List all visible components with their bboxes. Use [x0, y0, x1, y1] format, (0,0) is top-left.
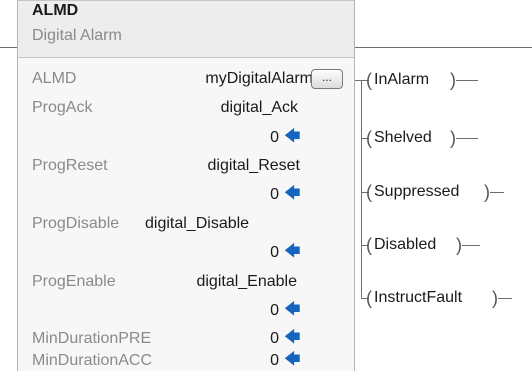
arrow-left-icon: 🡄	[284, 128, 301, 145]
tag-browse-button[interactable]: ...	[311, 69, 343, 89]
instruction-description: Digital Alarm	[32, 27, 122, 44]
arrow-left-icon: 🡄	[284, 351, 301, 368]
operand-name-mindurationpre: MinDurationPRE	[32, 330, 152, 347]
operand-value-progreset: 0	[270, 186, 279, 203]
operand-value-progack: 0	[270, 129, 279, 146]
ladder-rung: ALMD Digital Alarm ALMD myDigitalAlarm P…	[0, 0, 532, 371]
operand-name-progdisable: ProgDisable	[32, 215, 120, 232]
operand-value-mindurationpre: 0	[270, 330, 279, 347]
operand-tag-progreset[interactable]: digital_Reset	[138, 157, 301, 175]
coil-label-instructfault: InstructFault	[374, 289, 463, 306]
coil-label-shelved: Shelved	[374, 129, 432, 146]
coil-inalarm[interactable]: ( InAlarm )	[366, 69, 532, 91]
operand-value-mindurationacc: 0	[270, 352, 279, 369]
arrow-left-icon: 🡄	[284, 185, 301, 202]
coil-wire-out	[456, 80, 478, 81]
operand-value-progdisable: 0	[270, 244, 279, 261]
operand-tag-progenable[interactable]: digital_Enable	[138, 273, 297, 291]
rung-top-wire	[355, 47, 532, 48]
coil-suppressed[interactable]: ( Suppressed )	[366, 181, 532, 203]
operand-name-almd: ALMD	[32, 70, 77, 87]
arrow-left-icon: 🡄	[284, 243, 301, 260]
coil-label-suppressed: Suppressed	[374, 183, 460, 200]
operand-value-progenable: 0	[270, 302, 279, 319]
instruction-mnemonic: ALMD	[32, 2, 79, 19]
operand-name-mindurationacc: MinDurationACC	[32, 352, 153, 369]
operand-name-progreset: ProgReset	[32, 157, 108, 174]
output-branch-wire	[361, 80, 362, 298]
operand-tag-progdisable[interactable]: digital_Disable	[145, 215, 249, 233]
coil-label-inalarm: InAlarm	[374, 71, 430, 88]
rung-input-wire	[0, 47, 17, 48]
coil-wire-out	[498, 298, 512, 299]
almd-instruction-block[interactable]: ALMD Digital Alarm ALMD myDigitalAlarm P…	[17, 0, 355, 371]
coil-label-disabled: Disabled	[374, 236, 437, 253]
coil-shelved[interactable]: ( Shelved )	[366, 127, 532, 149]
operand-name-progenable: ProgEnable	[32, 273, 116, 290]
coil-wire-out	[490, 192, 504, 193]
coil-wire-out	[456, 138, 478, 139]
arrow-left-icon: 🡄	[284, 301, 301, 318]
coil-disabled[interactable]: ( Disabled )	[366, 234, 532, 256]
coil-wire-out	[462, 245, 480, 246]
arrow-left-icon: 🡄	[284, 329, 301, 346]
operand-name-progack: ProgAck	[32, 99, 93, 116]
operand-tag-almd[interactable]: myDigitalAlarm	[138, 70, 313, 88]
operand-tag-progack[interactable]: digital_Ack	[138, 99, 298, 117]
